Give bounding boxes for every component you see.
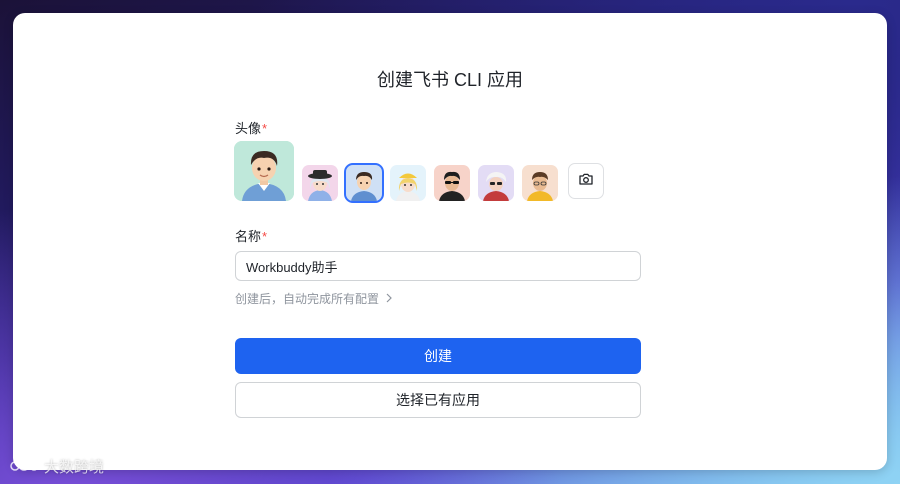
watermark-text: 大数跨境 (44, 459, 105, 476)
auto-config-hint[interactable]: 创建后，自动完成所有配置 (235, 290, 393, 307)
avatar-option-sunglasses[interactable] (434, 165, 470, 201)
name-input[interactable] (235, 251, 641, 281)
watermark: 大数跨境 (10, 456, 104, 477)
upload-avatar-button[interactable] (568, 163, 604, 199)
avatar-option-yellow-jacket[interactable] (522, 165, 558, 201)
avatar-label-text: 头像 (235, 121, 262, 136)
name-label-text: 名称 (235, 229, 262, 244)
avatar-option-blonde-cap[interactable] (390, 165, 426, 201)
required-mark: * (262, 229, 268, 244)
avatar-option-boy-selected[interactable] (344, 163, 384, 203)
avatar-option-white-hair[interactable] (478, 165, 514, 201)
camera-icon (578, 171, 594, 192)
avatar-option-girl-white-hat[interactable] (302, 165, 338, 201)
create-app-dialog: 创建飞书 CLI 应用 头像* 名称* Workbuddy助手 创建后，自动完成… (13, 13, 887, 470)
name-label: 名称* (235, 226, 267, 245)
create-button[interactable]: 创建 (235, 338, 641, 374)
required-mark: * (262, 121, 268, 136)
dialog-title: 创建飞书 CLI 应用 (376, 70, 523, 90)
watermark-logo-icon (10, 457, 40, 477)
avatar-label: 头像* (235, 118, 267, 137)
select-existing-app-button[interactable]: 选择已有应用 (235, 382, 641, 418)
chevron-right-icon (385, 292, 393, 306)
avatar-preview (234, 141, 294, 201)
hint-text: 创建后，自动完成所有配置 (235, 292, 380, 306)
